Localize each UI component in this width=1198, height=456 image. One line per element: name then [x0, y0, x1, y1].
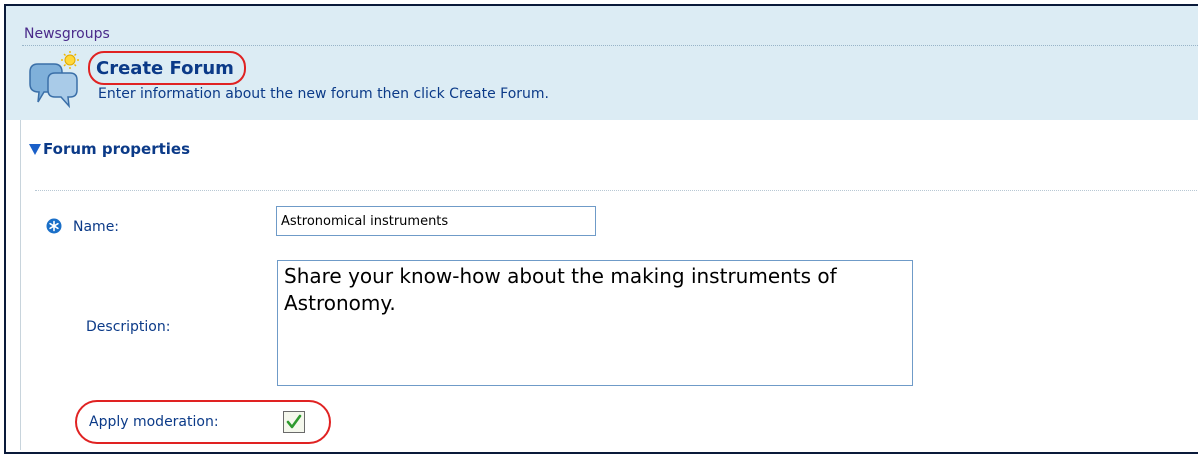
page-frame: Newsgroups Create Forum Enter informatio…	[4, 4, 1198, 454]
page-header: Newsgroups Create Forum Enter informatio…	[6, 6, 1198, 120]
checkmark-icon	[286, 414, 302, 429]
breadcrumb-divider	[22, 45, 1198, 46]
description-textarea[interactable]: Share your know-how about the making ins…	[277, 260, 913, 386]
moderation-label: Apply moderation:	[89, 414, 219, 430]
collapse-triangle-icon[interactable]	[29, 143, 41, 155]
required-field-icon	[46, 218, 62, 234]
page-title: Create Forum	[96, 57, 234, 79]
moderation-checkbox[interactable]	[283, 411, 305, 433]
forum-properties-panel: Forum properties Name: Description: Shar…	[20, 120, 1198, 450]
section-divider	[35, 190, 1198, 191]
description-label: Description:	[86, 319, 171, 335]
name-input[interactable]	[276, 206, 596, 236]
breadcrumb[interactable]: Newsgroups	[24, 26, 110, 42]
page-subtitle: Enter information about the new forum th…	[98, 86, 549, 102]
newsgroup-chat-bubbles-icon	[29, 51, 79, 109]
section-header[interactable]: Forum properties	[29, 140, 190, 158]
name-label: Name:	[73, 219, 120, 235]
section-title: Forum properties	[43, 140, 191, 158]
title-highlight: Create Forum	[88, 51, 246, 85]
